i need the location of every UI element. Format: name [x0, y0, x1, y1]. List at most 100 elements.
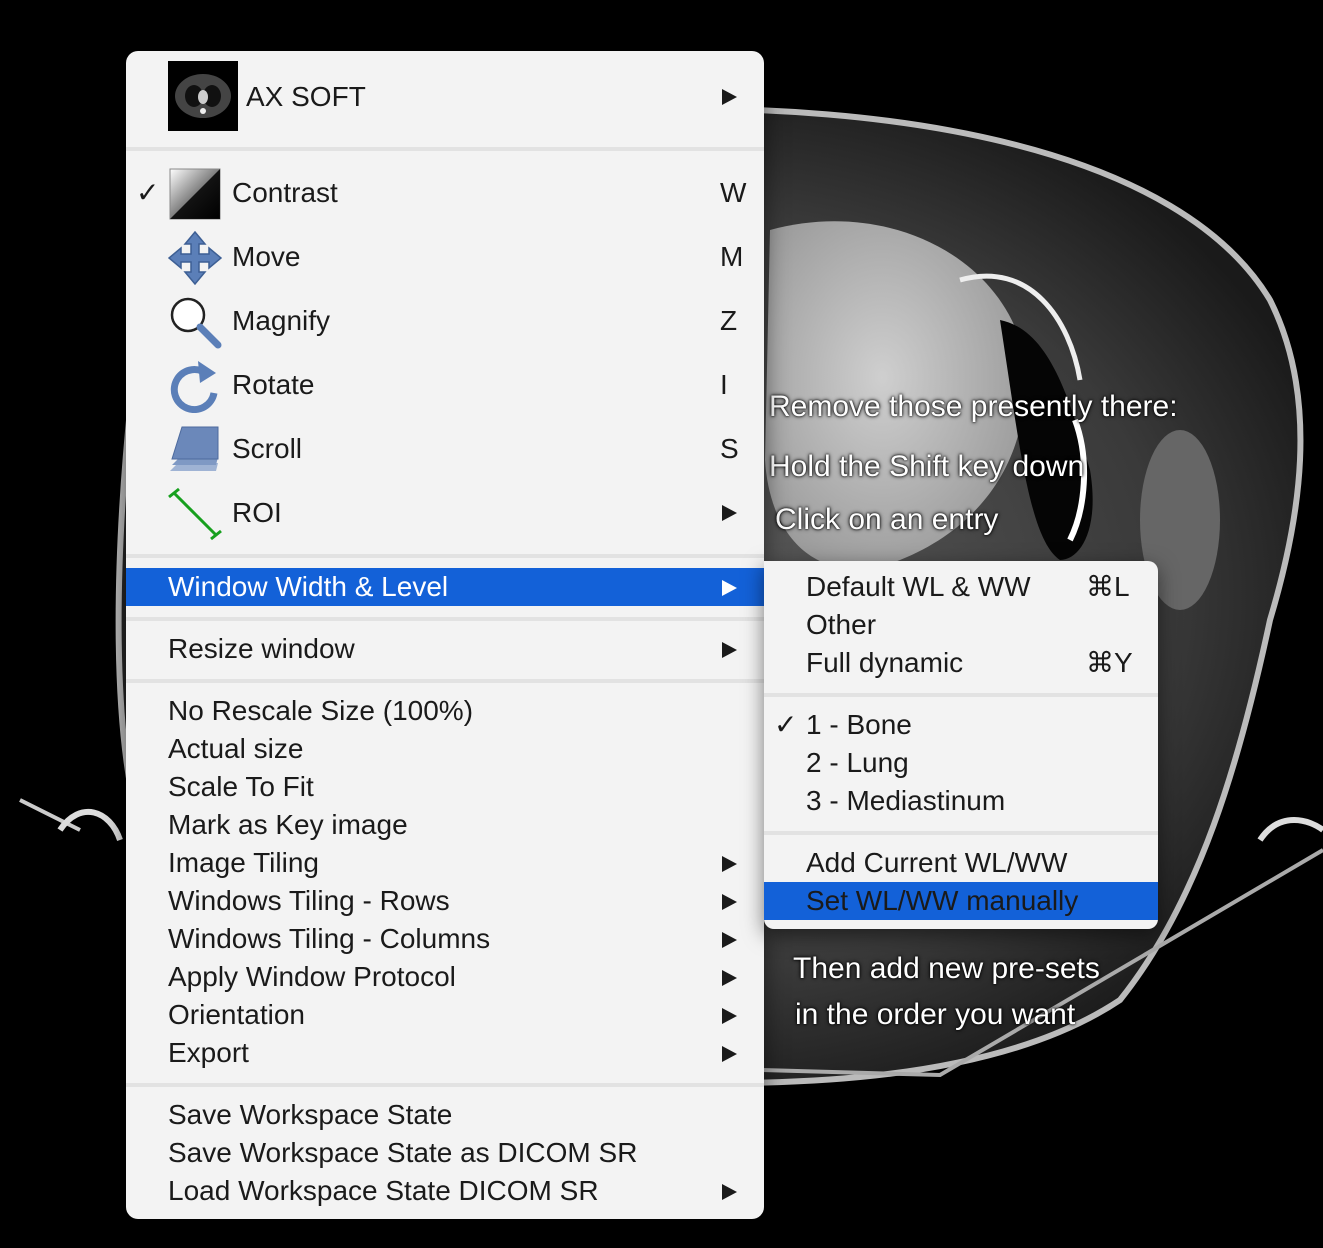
checkmark-icon: ✓ [774, 709, 798, 740]
menu-item-label: 1 - Bone [806, 709, 912, 740]
menu-item-no-rescale[interactable]: No Rescale Size (100%) [126, 692, 764, 730]
contrast-icon [168, 167, 222, 221]
submenu-item-full-dynamic[interactable]: Full dynamic ⌘Y [764, 644, 1158, 682]
menu-item-label: Other [806, 609, 877, 640]
menu-separator [126, 147, 764, 151]
menu-item-windows-tiling-rows[interactable]: Windows Tiling - Rows [126, 882, 764, 920]
chevron-right-icon [722, 856, 737, 872]
menu-item-label: 2 - Lung [806, 747, 909, 778]
chevron-right-icon [722, 580, 737, 596]
annotation-line: in the order you want [795, 998, 1076, 1031]
menu-item-save-workspace[interactable]: Save Workspace State [126, 1096, 764, 1134]
menu-item-contrast[interactable]: ✓ Contrast W [126, 161, 764, 225]
chevron-right-icon [722, 505, 737, 521]
chevron-right-icon [722, 1008, 737, 1024]
ct-thumbnail-icon [168, 61, 238, 131]
annotation-line: Click on an entry [775, 503, 999, 536]
menu-item-label: Add Current WL/WW [806, 847, 1068, 878]
shortcut-label: I [720, 369, 728, 400]
magnify-icon [168, 295, 222, 349]
menu-item-mark-key-image[interactable]: Mark as Key image [126, 806, 764, 844]
menu-separator [764, 693, 1158, 697]
menu-item-resize-window[interactable]: Resize window [126, 630, 764, 668]
menu-item-label: 3 - Mediastinum [806, 785, 1006, 816]
submenu-item-other[interactable]: Other [764, 606, 1158, 644]
menu-item-save-workspace-dicom-sr[interactable]: Save Workspace State as DICOM SR [126, 1134, 764, 1172]
scroll-icon [168, 423, 222, 477]
menu-item-export[interactable]: Export [126, 1034, 764, 1072]
chevron-right-icon [722, 89, 737, 105]
menu-separator [126, 1083, 764, 1087]
menu-item-label: Mark as Key image [168, 809, 408, 840]
submenu-item-preset-mediastinum[interactable]: 3 - Mediastinum [764, 782, 1158, 820]
menu-item-label: Actual size [168, 733, 304, 764]
menu-separator [764, 831, 1158, 835]
menu-item-label: Apply Window Protocol [168, 961, 456, 992]
tool-label: ROI [232, 497, 282, 528]
menu-separator [126, 617, 764, 621]
annotation-line: Remove those presently there: [769, 390, 1178, 423]
menu-separator [126, 554, 764, 558]
menu-item-label: Windows Tiling - Rows [168, 885, 450, 916]
shortcut-label: M [720, 241, 744, 272]
shortcut-label: ⌘L [1086, 571, 1130, 602]
menu-item-label: Scale To Fit [168, 771, 314, 802]
annotation-line: Hold the Shift key down [769, 450, 1085, 483]
tool-label: Rotate [232, 369, 315, 400]
chevron-right-icon [722, 932, 737, 948]
tool-label: Scroll [232, 433, 303, 464]
menu-item-actual-size[interactable]: Actual size [126, 730, 764, 768]
menu-item-magnify[interactable]: Magnify Z [126, 289, 764, 353]
submenu-item-preset-bone[interactable]: ✓ 1 - Bone [764, 706, 1158, 744]
shortcut-label: W [720, 177, 747, 208]
chevron-right-icon [722, 1046, 737, 1062]
menu-item-label: Export [168, 1037, 249, 1068]
menu-item-windows-tiling-columns[interactable]: Windows Tiling - Columns [126, 920, 764, 958]
menu-item-roi[interactable]: ROI [126, 481, 764, 545]
annotation-line: Then add new pre-sets [793, 952, 1100, 985]
menu-item-orientation[interactable]: Orientation [126, 996, 764, 1034]
menu-item-image-tiling[interactable]: Image Tiling [126, 844, 764, 882]
roi-icon [168, 487, 222, 541]
menu-item-scale-to-fit[interactable]: Scale To Fit [126, 768, 764, 806]
menu-item-label: Save Workspace State as DICOM SR [168, 1137, 638, 1168]
chevron-right-icon [722, 642, 737, 658]
menu-item-label: Image Tiling [168, 847, 319, 878]
menu-item-apply-window-protocol[interactable]: Apply Window Protocol [126, 958, 764, 996]
menu-item-label: Windows Tiling - Columns [168, 923, 491, 954]
series-label: AX SOFT [246, 81, 366, 112]
menu-item-window-width-level[interactable]: Window Width & Level [126, 568, 764, 606]
window-level-submenu: Default WL & WW ⌘L Other Full dynamic ⌘Y… [764, 561, 1158, 929]
checkmark-icon: ✓ [136, 177, 160, 208]
tool-label: Contrast [232, 177, 338, 208]
menu-item-rotate[interactable]: Rotate I [126, 353, 764, 417]
submenu-item-preset-lung[interactable]: 2 - Lung [764, 744, 1158, 782]
menu-item-load-workspace-dicom-sr[interactable]: Load Workspace State DICOM SR [126, 1172, 764, 1210]
menu-item-scroll[interactable]: Scroll S [126, 417, 764, 481]
move-icon [167, 230, 223, 286]
menu-item-label: Window Width & Level [168, 571, 449, 602]
menu-separator [126, 679, 764, 683]
shortcut-label: S [720, 433, 739, 464]
menu-item-label: Save Workspace State [168, 1099, 453, 1130]
menu-item-label: Set WL/WW manually [806, 885, 1079, 916]
chevron-right-icon [722, 1184, 737, 1200]
menu-item-label: Load Workspace State DICOM SR [168, 1175, 599, 1206]
shortcut-label: ⌘Y [1086, 647, 1133, 678]
menu-item-label: No Rescale Size (100%) [168, 695, 474, 726]
tool-label: Magnify [232, 305, 331, 336]
shortcut-label: Z [720, 305, 738, 336]
submenu-item-add-current[interactable]: Add Current WL/WW [764, 844, 1158, 882]
menu-item-label: Full dynamic [806, 647, 964, 678]
submenu-item-default-wl-ww[interactable]: Default WL & WW ⌘L [764, 568, 1158, 606]
submenu-item-set-manually[interactable]: Set WL/WW manually [764, 882, 1158, 920]
context-menu: AX SOFT ✓ Contrast W Move M Magnify Z Ro… [126, 51, 764, 1219]
menu-item-label: Default WL & WW [806, 571, 1031, 602]
tool-label: Move [232, 241, 301, 272]
chevron-right-icon [722, 894, 737, 910]
rotate-icon [168, 359, 222, 414]
menu-item-move[interactable]: Move M [126, 225, 764, 289]
chevron-right-icon [722, 970, 737, 986]
menu-item-series[interactable]: AX SOFT [126, 61, 764, 133]
menu-item-label: Resize window [168, 633, 355, 664]
